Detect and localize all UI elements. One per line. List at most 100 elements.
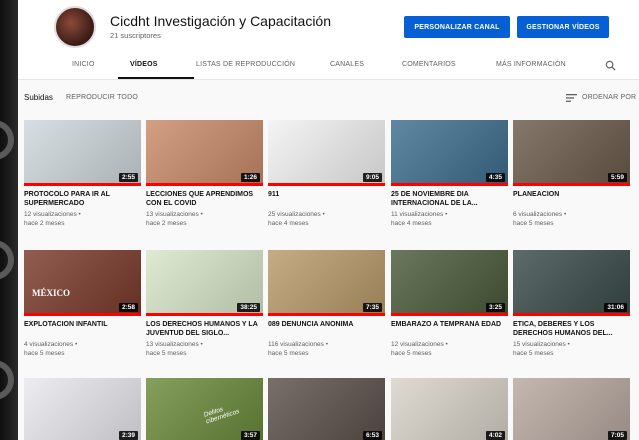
watch-progress-bar [24, 183, 141, 186]
video-card[interactable]: Delitos cibernéticos 3:57 [146, 378, 263, 440]
view-count: 116 visualizaciones • [268, 341, 328, 348]
tab-about[interactable]: MÁS INFORMACIÓN [496, 61, 566, 68]
video-thumbnail[interactable]: 6:53 [268, 378, 385, 440]
watch-progress-bar [391, 183, 508, 186]
video-thumbnail[interactable]: 2:55 [24, 120, 141, 186]
video-duration: 31:06 [604, 303, 627, 312]
channel-header: Cicdht Investigación y Capacitación 21 s… [18, 0, 639, 52]
tab-videos[interactable]: VÍDEOS [130, 61, 158, 68]
upload-age: hace 2 meses [24, 219, 65, 227]
video-duration: 4:02 [485, 431, 505, 440]
video-title[interactable]: EXPLOTACIÓN INFANTIL [24, 321, 141, 338]
video-title[interactable]: 911 [268, 191, 385, 208]
background-shape [0, 120, 14, 160]
video-title[interactable]: ÉTICA, DEBERES Y LOS DERECHOS HUMANOS DE… [513, 321, 630, 338]
watch-progress-bar [513, 313, 630, 316]
video-card[interactable]: 7:35 089 DENUNCIA ANÓNIMA 116 visualizacio… [268, 250, 385, 358]
video-thumbnail[interactable]: 4:35 [391, 120, 508, 186]
video-thumbnail[interactable]: Delitos cibernéticos 3:57 [146, 378, 263, 440]
watch-progress-bar [146, 183, 263, 186]
video-meta: 11 visualizaciones • hace 4 meses [391, 211, 508, 228]
watch-progress-bar [391, 313, 508, 316]
video-meta: 116 visualizaciones • hace 5 meses [268, 341, 385, 358]
video-meta: 13 visualizaciones • hace 5 meses [146, 341, 263, 358]
video-card[interactable]: 5:59 PLANEACION 6 visualizaciones • hace 5 … [513, 120, 630, 228]
upload-age: hace 5 meses [268, 349, 309, 357]
video-title[interactable]: LECCIONES QUE APRENDIMOS CON EL COVID [146, 191, 263, 208]
video-thumbnail[interactable]: 9:05 [268, 120, 385, 186]
upload-age: hace 2 meses [146, 219, 187, 227]
video-title[interactable]: PROTOCOLO PARA IR AL SUPERMERCADO [24, 191, 141, 208]
video-card[interactable]: 7:05 [513, 378, 630, 440]
video-card[interactable]: 31:06 ÉTICA, DEBERES Y LOS DERECHOS HUMAN… [513, 250, 630, 358]
video-card[interactable]: 2:39 [24, 378, 141, 440]
view-count: 13 visualizaciones • [146, 341, 203, 348]
video-card[interactable]: 9:05 911 25 visualizaciones • hace 4 meses [268, 120, 385, 228]
tab-comments[interactable]: COMENTARIOS [402, 61, 456, 68]
view-count: 6 visualizaciones • [513, 211, 567, 218]
background-shape [0, 240, 14, 280]
view-count: 12 visualizaciones • [24, 211, 81, 218]
video-meta: 6 visualizaciones • hace 5 meses [513, 211, 630, 228]
video-thumbnail[interactable]: 1:26 [146, 120, 263, 186]
video-duration: 9:05 [362, 173, 382, 182]
view-count: 13 visualizaciones • [146, 211, 203, 218]
video-duration: 3:25 [485, 303, 505, 312]
watch-progress-bar [268, 313, 385, 316]
video-thumbnail[interactable]: 5:59 [513, 120, 630, 186]
channel-tabs: INICIO VÍDEOS LISTAS DE REPRODUCCIÓN CAN… [18, 52, 639, 80]
watch-progress-bar [513, 183, 630, 186]
play-all-link[interactable]: REPRODUCIR TODO [66, 94, 138, 101]
video-duration: 3:57 [240, 431, 260, 440]
video-title[interactable]: LOS DERECHOS HUMANOS Y LA JUVENTUD DEL S… [146, 321, 263, 338]
video-card[interactable]: 38:25 LOS DERECHOS HUMANOS Y LA JUVENTUD … [146, 250, 263, 358]
sort-by-button[interactable]: ORDENAR POR [582, 94, 636, 101]
video-card[interactable]: 4:35 25 DE NOVIEMBRE DÍA INTERNACIONAL DE… [391, 120, 508, 228]
tab-playlists[interactable]: LISTAS DE REPRODUCCIÓN [196, 61, 295, 68]
manage-videos-button[interactable]: GESTIONAR VÍDEOS [517, 16, 609, 38]
video-title[interactable]: PLANEACION [513, 191, 630, 208]
view-count: 11 visualizaciones • [391, 211, 448, 218]
video-card[interactable]: 2:55 PROTOCOLO PARA IR AL SUPERMERCADO 12 … [24, 120, 141, 228]
search-icon[interactable] [605, 60, 616, 71]
video-thumbnail[interactable]: 7:05 [513, 378, 630, 440]
video-thumbnail[interactable]: 3:25 [391, 250, 508, 316]
upload-age: hace 4 meses [391, 219, 432, 227]
upload-age: hace 4 meses [268, 219, 309, 227]
video-thumbnail[interactable]: 4:02 [391, 378, 508, 440]
upload-age: hace 5 meses [391, 349, 432, 357]
video-card[interactable]: 6:53 [268, 378, 385, 440]
view-count: 4 visualizaciones • [24, 341, 78, 348]
video-thumbnail[interactable]: 2:39 [24, 378, 141, 440]
upload-age: hace 5 meses [24, 349, 65, 357]
video-duration: 7:35 [362, 303, 382, 312]
youtube-channel-page: Cicdht Investigación y Capacitación 21 s… [18, 0, 639, 440]
active-tab-indicator [118, 77, 194, 79]
video-duration: 4:35 [485, 173, 505, 182]
video-duration: 6:53 [362, 431, 382, 440]
watch-progress-bar [146, 313, 263, 316]
sort-icon[interactable] [566, 94, 577, 102]
video-title[interactable]: 089 DENUNCIA ANÓNIMA [268, 321, 385, 338]
video-card[interactable]: MÉXICO 2:58 EXPLOTACIÓN INFANTIL 4 visualiz… [24, 250, 141, 358]
video-thumbnail[interactable]: 31:06 [513, 250, 630, 316]
video-card[interactable]: 1:26 LECCIONES QUE APRENDIMOS CON EL COVI… [146, 120, 263, 228]
upload-age: hace 5 meses [513, 219, 554, 227]
video-meta: 12 visualizaciones • hace 2 meses [24, 211, 141, 228]
view-count: 12 visualizaciones • [391, 341, 448, 348]
video-thumbnail[interactable]: 7:35 [268, 250, 385, 316]
video-title[interactable]: EMBARAZO A TEMPRANA EDAD [391, 321, 508, 338]
tab-channels[interactable]: CANALES [330, 61, 364, 68]
upload-age: hace 5 meses [513, 349, 554, 357]
video-thumbnail[interactable]: 38:25 [146, 250, 263, 316]
channel-avatar[interactable] [54, 6, 96, 48]
video-thumbnail[interactable]: MÉXICO 2:58 [24, 250, 141, 316]
video-meta: 12 visualizaciones • hace 5 meses [391, 341, 508, 358]
video-card[interactable]: 4:02 [391, 378, 508, 440]
uploads-title: Subidas [24, 93, 53, 102]
customize-channel-button[interactable]: PERSONALIZAR CANAL [404, 16, 510, 38]
video-title[interactable]: 25 DE NOVIEMBRE DÍA INTERNACIONAL DE LA.… [391, 191, 508, 208]
video-card[interactable]: 3:25 EMBARAZO A TEMPRANA EDAD 12 visualiza… [391, 250, 508, 358]
video-meta: 4 visualizaciones • hace 5 meses [24, 341, 141, 358]
tab-home[interactable]: INICIO [72, 61, 95, 68]
